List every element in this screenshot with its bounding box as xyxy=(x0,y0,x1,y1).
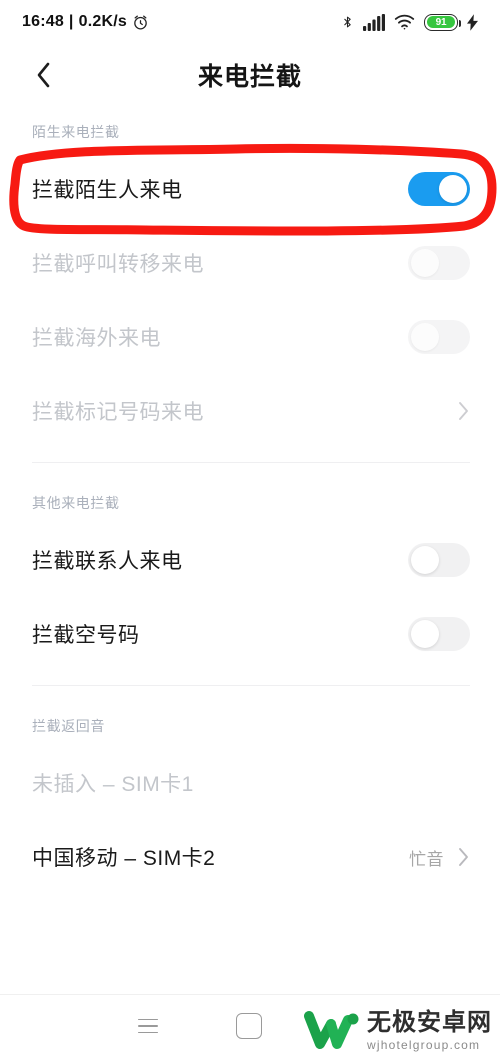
row-label: 拦截联系人来电 xyxy=(32,550,183,573)
title-bar: 来电拦截 xyxy=(0,44,500,106)
w-logo-icon xyxy=(304,1010,360,1052)
wifi-icon xyxy=(394,14,415,30)
row-label: 拦截陌生人来电 xyxy=(32,179,183,202)
section-header-strangers: 陌生来电拦截 xyxy=(32,124,120,140)
menu-line xyxy=(138,1031,158,1034)
status-time: 16:48 xyxy=(22,13,64,30)
row-block-overseas-calls[interactable]: 拦截海外来电 xyxy=(0,300,500,374)
section-divider xyxy=(32,462,470,463)
lightning-bolt-icon xyxy=(467,13,478,31)
chevron-right-icon xyxy=(456,845,470,869)
toggle-block-forwarded-calls[interactable] xyxy=(408,246,470,280)
row-block-stranger-calls[interactable]: 拦截陌生人来电 xyxy=(0,152,500,226)
toggle-knob xyxy=(411,249,439,277)
watermark-text: 无极安卓网 wjhotelgroup.com xyxy=(367,1009,492,1052)
square-home-icon[interactable] xyxy=(236,1013,262,1039)
row-control xyxy=(408,172,470,206)
row-label: 拦截海外来电 xyxy=(32,327,161,350)
battery-level: 91 xyxy=(435,16,447,28)
row-control xyxy=(408,320,470,354)
watermark: 无极安卓网 wjhotelgroup.com xyxy=(304,1010,492,1052)
watermark-brand: 无极安卓网 xyxy=(367,1009,492,1036)
chevron-right-icon xyxy=(456,399,470,423)
toggle-block-empty-numbers[interactable] xyxy=(408,617,470,651)
battery-indicator: 91 xyxy=(424,13,461,31)
menu-line xyxy=(138,1018,158,1021)
toggle-knob xyxy=(439,175,467,203)
row-block-empty-numbers[interactable]: 拦截空号码 xyxy=(0,597,500,671)
toggle-block-overseas-calls[interactable] xyxy=(408,320,470,354)
toggle-knob xyxy=(411,620,439,648)
page-title: 来电拦截 xyxy=(197,63,302,91)
row-control xyxy=(408,543,470,577)
status-bar-right: 91 xyxy=(341,13,478,31)
hamburger-menu-icon[interactable] xyxy=(126,1004,170,1048)
alarm-clock-icon xyxy=(132,14,149,31)
status-network-speed: 0.2K/s xyxy=(78,13,127,30)
status-bar: 16:48 | 0.2K/s 91 xyxy=(0,0,500,44)
row-sim1[interactable]: 未插入 – SIM卡1 xyxy=(0,746,500,820)
toggle-block-contact-calls[interactable] xyxy=(408,543,470,577)
section-divider xyxy=(32,685,470,686)
row-label: 未插入 – SIM卡1 xyxy=(32,773,194,796)
status-bar-left: 16:48 | 0.2K/s xyxy=(22,13,149,31)
settings-list: 陌生来电拦截 拦截陌生人来电 拦截呼叫转移来电 拦截海外来电 拦截标记号码来电 xyxy=(0,106,500,894)
row-control xyxy=(408,246,470,280)
menu-line xyxy=(138,1025,158,1027)
row-label: 拦截空号码 xyxy=(32,624,140,647)
watermark-domain: wjhotelgroup.com xyxy=(367,1038,481,1052)
row-label: 拦截标记号码来电 xyxy=(32,401,204,424)
section-header-other: 其他来电拦截 xyxy=(32,495,120,511)
row-label: 中国移动 – SIM卡2 xyxy=(32,847,216,870)
row-label: 拦截呼叫转移来电 xyxy=(32,253,204,276)
status-separator: | xyxy=(68,13,74,30)
row-value-sim2: 忙音 xyxy=(409,849,444,869)
row-block-contact-calls[interactable]: 拦截联系人来电 xyxy=(0,523,500,597)
toggle-knob xyxy=(411,546,439,574)
row-control xyxy=(408,617,470,651)
cellular-signal-icon xyxy=(363,13,385,31)
navigation-bar: 无极安卓网 wjhotelgroup.com xyxy=(0,994,500,1056)
row-control: 忙音 xyxy=(409,845,470,870)
phone-screen: 16:48 | 0.2K/s 91 来电拦截 陌生来电拦截 拦截陌生人来电 拦截… xyxy=(0,0,500,1056)
toggle-block-stranger-calls[interactable] xyxy=(408,172,470,206)
toggle-knob xyxy=(411,323,439,351)
bluetooth-icon xyxy=(341,13,354,31)
row-block-tagged-numbers[interactable]: 拦截标记号码来电 xyxy=(0,374,500,448)
section-header-block-tone: 拦截返回音 xyxy=(32,718,105,734)
row-control xyxy=(456,399,470,423)
row-block-forwarded-calls[interactable]: 拦截呼叫转移来电 xyxy=(0,226,500,300)
row-sim2[interactable]: 中国移动 – SIM卡2 忙音 xyxy=(0,820,500,894)
